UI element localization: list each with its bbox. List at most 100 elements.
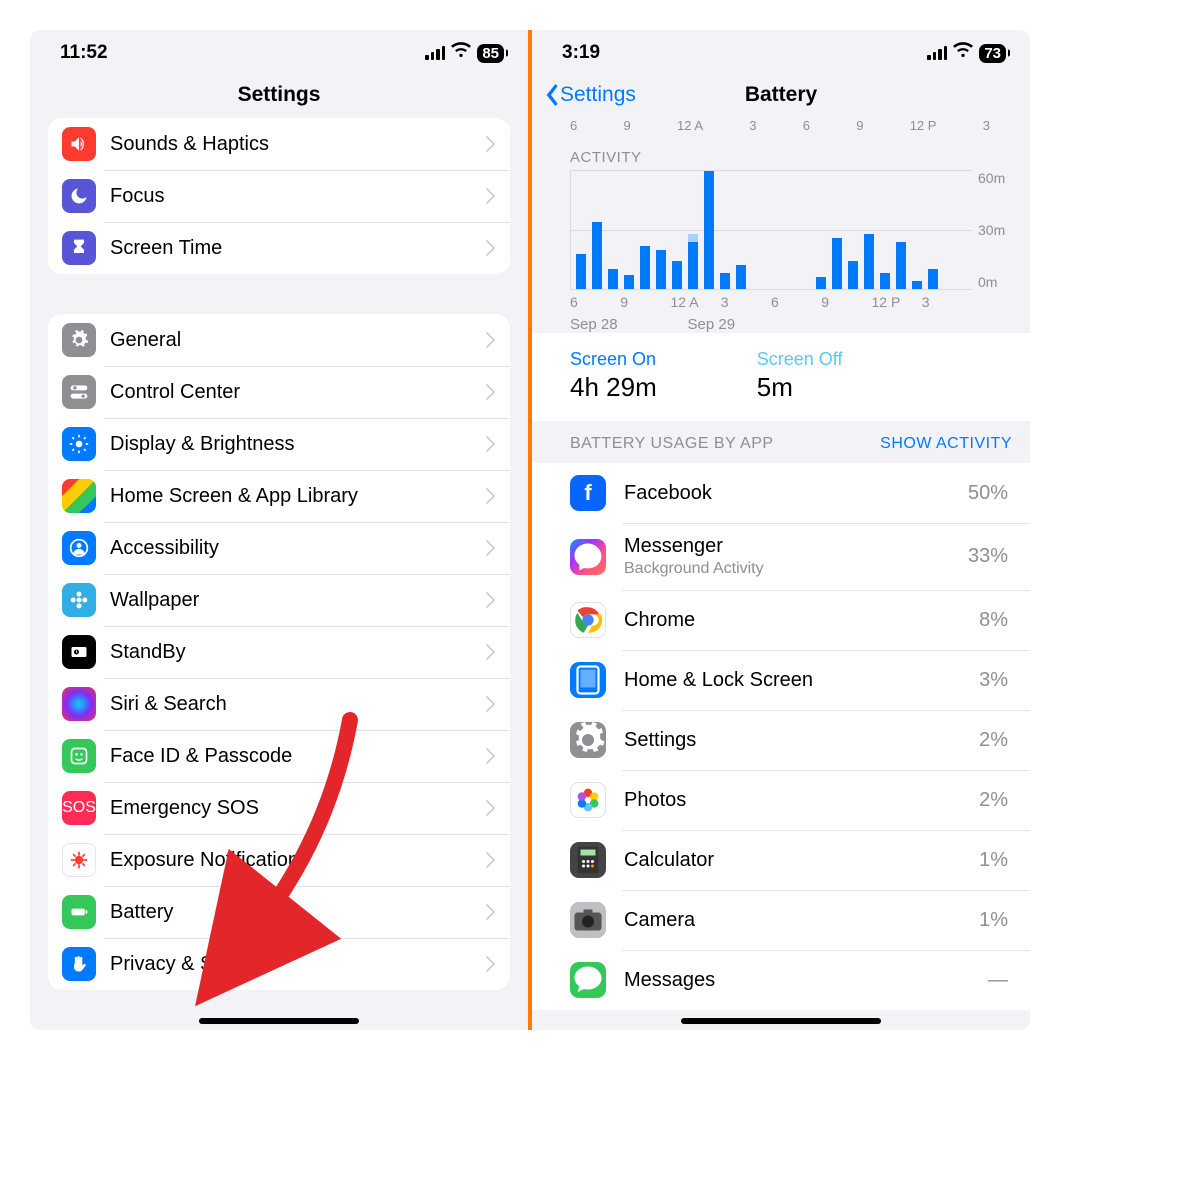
row-label: Exposure Notifications — [110, 849, 486, 872]
status-time: 3:19 — [562, 42, 600, 64]
hourglass-icon — [62, 231, 96, 265]
app-usage-row-messages[interactable]: Messages— — [532, 950, 1030, 1010]
activity-bar[interactable] — [576, 254, 586, 289]
screen-off-stat[interactable]: Screen Off 5m — [757, 349, 843, 403]
moon-icon — [62, 179, 96, 213]
chevron-right-icon — [486, 644, 496, 660]
row-label: Control Center — [110, 381, 486, 404]
settings-row-exposure[interactable]: Exposure Notifications — [48, 834, 510, 886]
page-title: Settings — [238, 83, 321, 107]
chevron-right-icon — [486, 748, 496, 764]
activity-bar[interactable] — [896, 242, 906, 289]
activity-bar[interactable] — [880, 273, 890, 289]
chevron-right-icon — [486, 436, 496, 452]
chevron-right-icon — [486, 188, 496, 204]
settings-row-home[interactable]: Home Screen & App Library — [48, 470, 510, 522]
settings-row-siri[interactable]: Siri & Search — [48, 678, 510, 730]
app-name: Photos — [624, 789, 979, 812]
app-usage-row-settings[interactable]: Settings2% — [532, 710, 1030, 770]
speaker-icon — [62, 127, 96, 161]
activity-bar[interactable] — [624, 275, 634, 289]
row-label: Accessibility — [110, 537, 486, 560]
status-time: 11:52 — [60, 42, 108, 64]
back-button[interactable]: Settings — [544, 83, 636, 107]
activity-bar[interactable] — [688, 242, 698, 289]
screen-off-value: 5m — [757, 372, 843, 403]
cellular-signal-icon — [927, 46, 947, 60]
app-usage-row-homescreen[interactable]: Home & Lock Screen3% — [532, 650, 1030, 710]
activity-bar[interactable] — [928, 269, 938, 289]
screen-off-label: Screen Off — [757, 349, 843, 370]
settings-row-sos[interactable]: SOSEmergency SOS — [48, 782, 510, 834]
settings-row-focus[interactable]: Focus — [48, 170, 510, 222]
activity-bar[interactable] — [704, 171, 714, 289]
chevron-right-icon — [486, 852, 496, 868]
app-percentage: 8% — [979, 609, 1008, 632]
app-usage-row-chrome[interactable]: Chrome8% — [532, 590, 1030, 650]
sun-icon — [62, 427, 96, 461]
wifi-icon — [953, 42, 973, 64]
settings-row-wallpaper[interactable]: Wallpaper — [48, 574, 510, 626]
chevron-right-icon — [486, 956, 496, 972]
battery-indicator-icon: 85 — [477, 44, 504, 63]
app-name: Calculator — [624, 849, 979, 872]
row-label: Screen Time — [110, 237, 486, 260]
settings-row-faceid[interactable]: Face ID & Passcode — [48, 730, 510, 782]
activity-bar[interactable] — [832, 238, 842, 289]
activity-bar[interactable] — [592, 222, 602, 289]
activity-bar[interactable] — [816, 277, 826, 289]
settings-row-battery[interactable]: Battery — [48, 886, 510, 938]
chrome-app-icon — [570, 602, 606, 638]
app-percentage: 2% — [979, 789, 1008, 812]
activity-bar[interactable] — [640, 246, 650, 289]
status-bar: 3:19 73 — [532, 30, 1030, 72]
settings-group-1: Sounds & Haptics Focus Screen Time — [48, 118, 510, 274]
app-usage-row-calculator[interactable]: Calculator1% — [532, 830, 1030, 890]
app-usage-row-camera[interactable]: Camera1% — [532, 890, 1030, 950]
chevron-right-icon — [486, 800, 496, 816]
row-label: Siri & Search — [110, 693, 486, 716]
settings-row-control[interactable]: Control Center — [48, 366, 510, 418]
settings-row-sounds[interactable]: Sounds & Haptics — [48, 118, 510, 170]
app-name: Facebook — [624, 482, 968, 505]
virus-icon — [62, 843, 96, 877]
activity-bar[interactable] — [848, 261, 858, 289]
battery-indicator-icon: 73 — [979, 44, 1006, 63]
app-usage-row-photos[interactable]: Photos2% — [532, 770, 1030, 830]
app-percentage: — — [988, 969, 1008, 992]
switches-icon — [62, 375, 96, 409]
app-usage-row-messenger[interactable]: MessengerBackground Activity33% — [532, 523, 1030, 590]
messenger-app-icon — [570, 539, 606, 575]
row-label: Privacy & Security — [110, 953, 486, 976]
nav-header: Settings — [30, 72, 528, 118]
activity-bar[interactable] — [736, 265, 746, 289]
activity-bar[interactable] — [608, 269, 618, 289]
settings-row-screentime[interactable]: Screen Time — [48, 222, 510, 274]
settings-row-general[interactable]: General — [48, 314, 510, 366]
chevron-right-icon — [486, 240, 496, 256]
settings-row-standby[interactable]: StandBy — [48, 626, 510, 678]
settings-row-display[interactable]: Display & Brightness — [48, 418, 510, 470]
activity-bar[interactable] — [672, 261, 682, 289]
screen-on-stat[interactable]: Screen On 4h 29m — [570, 349, 657, 403]
screen-on-label: Screen On — [570, 349, 657, 370]
show-activity-button[interactable]: SHOW ACTIVITY — [880, 435, 1012, 453]
app-usage-row-facebook[interactable]: fFacebook50% — [532, 463, 1030, 523]
camera-app-icon — [570, 902, 606, 938]
activity-chart[interactable]: 60m 30m 0m — [570, 170, 1016, 290]
app-name: Messages — [624, 969, 988, 992]
app-name: Settings — [624, 729, 979, 752]
activity-bar[interactable] — [720, 273, 730, 289]
activity-bar[interactable] — [912, 281, 922, 289]
row-label: Display & Brightness — [110, 433, 486, 456]
screen-stats: Screen On 4h 29m Screen Off 5m — [532, 333, 1030, 421]
row-label: Battery — [110, 901, 486, 924]
row-label: Sounds & Haptics — [110, 133, 486, 156]
hand-icon — [62, 947, 96, 981]
settings-row-privacy[interactable]: Privacy & Security — [48, 938, 510, 990]
app-usage-list: fFacebook50%MessengerBackground Activity… — [532, 463, 1030, 1010]
activity-bar[interactable] — [864, 234, 874, 289]
activity-bar[interactable] — [656, 250, 666, 289]
settings-row-access[interactable]: Accessibility — [48, 522, 510, 574]
chart-dates: Sep 28Sep 29 — [570, 316, 1016, 333]
